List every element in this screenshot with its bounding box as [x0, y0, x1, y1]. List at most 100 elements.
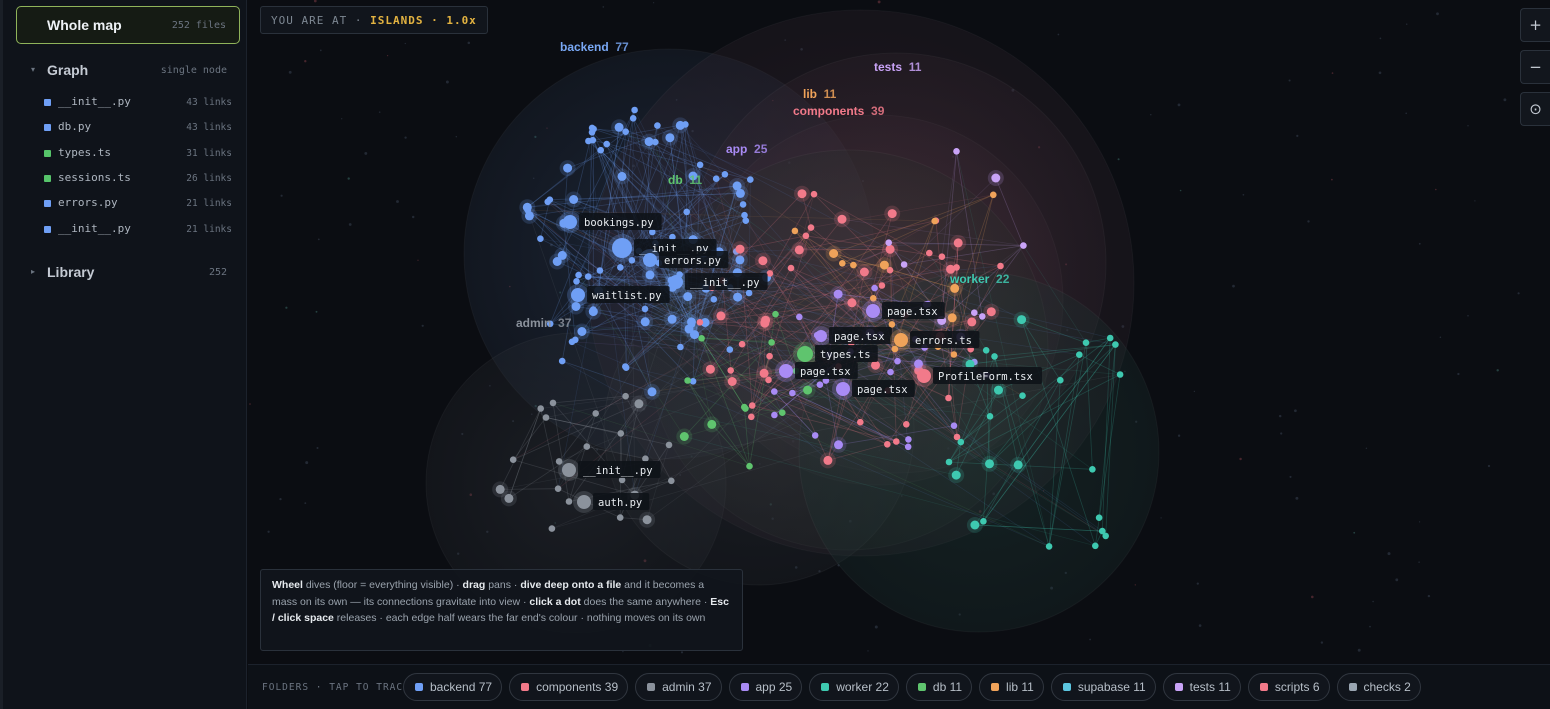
graph-node[interactable]	[950, 351, 958, 358]
graph-node[interactable]	[839, 260, 846, 267]
graph-node[interactable]	[546, 196, 554, 203]
graph-node[interactable]	[878, 282, 886, 289]
sidebar-file-item[interactable]: errors.py 21 links	[43, 195, 233, 213]
folder-chip[interactable]: tests 11	[1162, 673, 1241, 701]
graph-node[interactable]	[710, 296, 718, 303]
node-label[interactable]: page.tsx	[834, 331, 885, 343]
cluster-label[interactable]: backend 77	[560, 40, 629, 54]
graph-node[interactable]	[1020, 242, 1027, 249]
graph-node[interactable]	[665, 441, 673, 449]
zoom-out-button[interactable]: −	[1520, 50, 1550, 84]
graph-node[interactable]	[617, 264, 624, 271]
graph-node[interactable]	[573, 278, 580, 285]
graph-node[interactable]	[565, 498, 573, 505]
graph-node[interactable]	[803, 385, 813, 395]
featured-node[interactable]	[894, 333, 908, 347]
graph-node[interactable]	[647, 387, 657, 397]
node-label[interactable]: errors.py	[664, 255, 721, 267]
graph-node[interactable]	[926, 249, 933, 257]
graph-node[interactable]	[985, 459, 994, 469]
graph-node[interactable]	[1095, 514, 1103, 521]
graph-node[interactable]	[904, 443, 912, 451]
cluster-label[interactable]: admin 37	[516, 316, 572, 330]
graph-node[interactable]	[654, 122, 661, 129]
folder-chip[interactable]: backend 77	[403, 673, 503, 701]
graph-node[interactable]	[833, 289, 843, 299]
graph-section-header[interactable]: ▾ Graph single node	[31, 62, 231, 82]
featured-node[interactable]	[866, 304, 880, 318]
graph-node[interactable]	[931, 217, 938, 225]
featured-node[interactable]	[917, 369, 931, 383]
graph-node[interactable]	[668, 477, 675, 485]
graph-node[interactable]	[971, 309, 978, 317]
cluster-label[interactable]: db 11	[668, 173, 702, 187]
graph-node[interactable]	[884, 441, 891, 448]
graph-node[interactable]	[745, 289, 753, 297]
sidebar-file-item[interactable]: sessions.ts 26 links	[43, 170, 233, 188]
graph-node[interactable]	[642, 515, 652, 525]
graph-node[interactable]	[967, 317, 977, 327]
graph-node[interactable]	[1017, 315, 1027, 325]
graph-node[interactable]	[857, 418, 864, 426]
graph-node[interactable]	[994, 385, 1003, 395]
graph-node[interactable]	[652, 138, 659, 146]
graph-node[interactable]	[816, 381, 824, 389]
featured-node[interactable]	[797, 346, 813, 362]
graph-node[interactable]	[834, 440, 843, 450]
graph-node[interactable]	[716, 311, 726, 321]
graph-node[interactable]	[575, 271, 582, 279]
folder-chip[interactable]: db 11	[905, 673, 973, 701]
graph-node[interactable]	[683, 208, 690, 216]
graph-node[interactable]	[748, 402, 756, 409]
graph-node[interactable]	[585, 137, 592, 145]
graph-node[interactable]	[665, 133, 675, 143]
graph-node[interactable]	[690, 330, 699, 340]
graph-node[interactable]	[953, 238, 963, 248]
graph-node[interactable]	[791, 227, 799, 235]
graph-node[interactable]	[951, 470, 961, 480]
graph-node[interactable]	[634, 399, 644, 409]
graph-node[interactable]	[641, 305, 649, 313]
graph-node[interactable]	[979, 313, 986, 320]
graph-node[interactable]	[900, 261, 908, 268]
graph-node[interactable]	[629, 115, 637, 122]
graph-node[interactable]	[583, 443, 591, 450]
node-label[interactable]: __init__.py	[583, 465, 653, 477]
graph-node[interactable]	[1057, 376, 1064, 384]
node-label[interactable]: page.tsx	[887, 306, 938, 318]
graph-node[interactable]	[537, 405, 544, 412]
graph-node[interactable]	[768, 339, 775, 346]
graph-node[interactable]	[588, 129, 596, 136]
graph-node[interactable]	[787, 264, 795, 272]
library-section-header[interactable]: ▸ Library 252	[31, 264, 231, 284]
graph-node[interactable]	[616, 514, 624, 521]
graph-node[interactable]	[893, 438, 900, 445]
graph-node[interactable]	[622, 128, 629, 135]
graph-node[interactable]	[991, 173, 1001, 183]
graph-node[interactable]	[1102, 532, 1109, 540]
graph-node[interactable]	[495, 484, 505, 494]
node-label[interactable]: types.ts	[820, 349, 871, 361]
cluster-label[interactable]: tests 11	[874, 60, 922, 74]
sidebar-file-item[interactable]: db.py 43 links	[43, 119, 233, 137]
graph-node[interactable]	[837, 214, 847, 224]
graph-node[interactable]	[733, 292, 743, 302]
graph-node[interactable]	[741, 211, 748, 219]
graph-node[interactable]	[577, 327, 587, 336]
graph-node[interactable]	[741, 403, 748, 411]
graph-node[interactable]	[950, 422, 958, 430]
graph-node[interactable]	[548, 525, 556, 532]
graph-node[interactable]	[888, 321, 896, 328]
whole-map-button[interactable]: Whole map 252 files	[16, 6, 240, 44]
graph-node[interactable]	[957, 438, 965, 446]
graph-node[interactable]	[789, 389, 796, 397]
graph-canvas[interactable]: backend 77 tests 11 lib 11 components 39 app…	[248, 0, 1550, 664]
graph-node[interactable]	[504, 493, 514, 503]
graph-node[interactable]	[903, 421, 910, 428]
graph-node[interactable]	[766, 352, 773, 360]
graph-node[interactable]	[727, 377, 737, 386]
graph-node[interactable]	[885, 239, 892, 246]
graph-node[interactable]	[622, 363, 629, 370]
graph-node[interactable]	[596, 267, 604, 274]
sidebar-file-item[interactable]: __init__.py 21 links	[43, 221, 233, 239]
